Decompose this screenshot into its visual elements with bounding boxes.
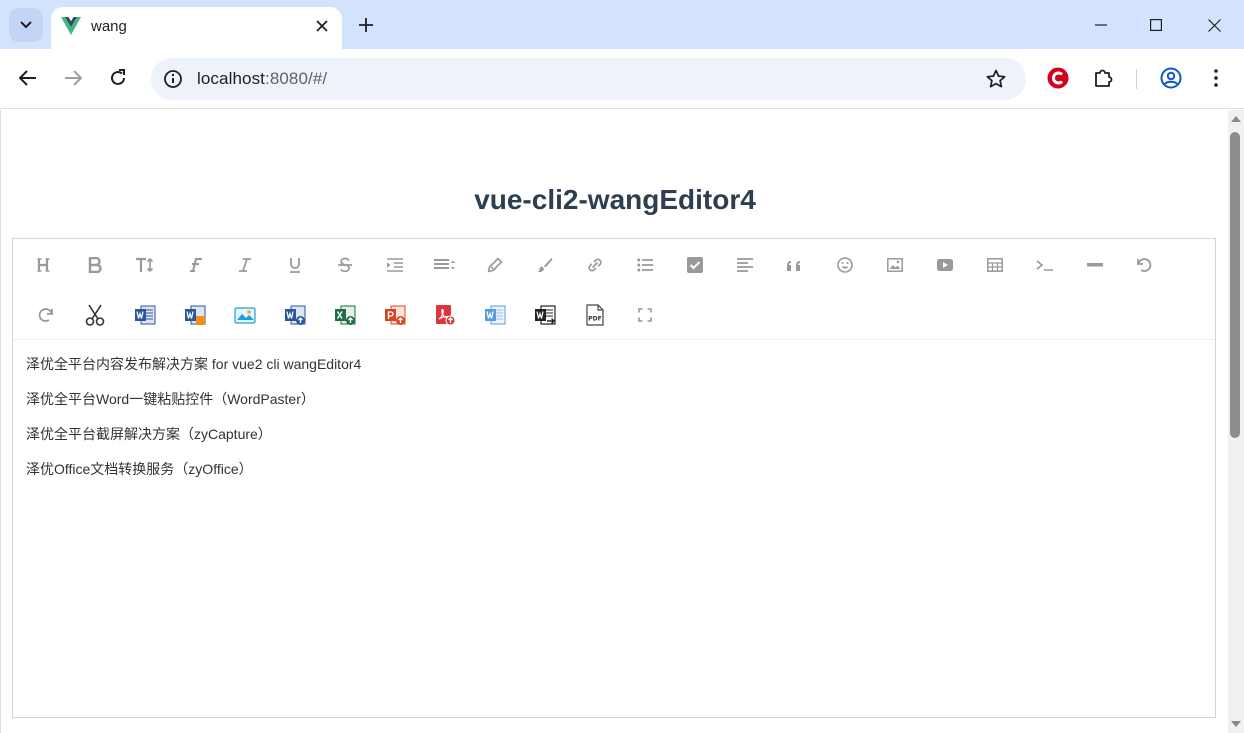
scrollbar-thumb[interactable]	[1230, 132, 1240, 438]
divider-icon[interactable]	[1075, 245, 1115, 285]
reload-icon	[111, 69, 125, 85]
page-title: vue-cli2-wangEditor4	[474, 184, 756, 215]
new-tab-button[interactable]	[353, 12, 379, 38]
video-icon[interactable]	[925, 245, 965, 285]
content-paragraph: 泽优全平台内容发布解决方案 for vue2 cli wangEditor4	[26, 356, 362, 372]
content-paragraph: 泽优Office文档转换服务（zyOffice）	[26, 461, 253, 477]
undo-icon[interactable]	[1125, 245, 1165, 285]
back-button[interactable]	[14, 64, 42, 92]
justify-icon[interactable]	[725, 245, 765, 285]
bulleted-list-icon[interactable]	[625, 245, 665, 285]
image-icon[interactable]	[875, 245, 915, 285]
indent-icon[interactable]	[375, 245, 415, 285]
word-export-icon[interactable]	[525, 295, 565, 335]
ppt-upload-icon[interactable]	[375, 295, 415, 335]
puzzle-icon	[1095, 69, 1113, 87]
quote-icon[interactable]	[775, 245, 815, 285]
emoticon-icon[interactable]	[825, 245, 865, 285]
font-size-icon[interactable]	[125, 245, 165, 285]
svg-text:PDF: PDF	[588, 316, 601, 323]
word-upload-icon[interactable]	[275, 295, 315, 335]
tab-search-button[interactable]	[9, 8, 43, 42]
pdf-upload-icon[interactable]	[425, 295, 465, 335]
maximize-icon	[1150, 19, 1162, 31]
address-bar[interactable]: localhost:8080/#/	[151, 58, 1026, 100]
scroll-down-arrow-icon[interactable]	[1231, 721, 1241, 727]
pdf-export-icon[interactable]: PDF	[575, 295, 615, 335]
italic-icon[interactable]	[225, 245, 265, 285]
line-height-icon[interactable]	[425, 245, 465, 285]
redo-icon[interactable]	[25, 295, 65, 335]
extensions-button[interactable]	[1090, 64, 1118, 92]
table-icon[interactable]	[975, 245, 1015, 285]
maximize-button[interactable]	[1143, 12, 1169, 38]
browser-toolbar: localhost:8080/#/	[0, 49, 1244, 109]
toolbar-separator	[1136, 69, 1137, 89]
scroll-up-arrow-icon[interactable]	[1231, 116, 1241, 122]
excel-upload-icon[interactable]	[325, 295, 365, 335]
vue-logo-icon	[61, 17, 81, 35]
tab-title: wang	[91, 18, 127, 35]
editor-content[interactable]: 泽优全平台内容发布解决方案 for vue2 cli wangEditor4 泽…	[13, 340, 1215, 479]
minimize-icon	[1095, 24, 1107, 26]
word-paste-icon[interactable]	[125, 295, 165, 335]
menu-button[interactable]	[1202, 64, 1230, 92]
arrow-left-icon	[19, 70, 36, 86]
strikethrough-icon[interactable]	[325, 245, 365, 285]
page-viewport: vue-cli2-wangEditor4 PDF 泽优全平台内容发布解决方案 f…	[0, 110, 1228, 733]
chevron-down-icon	[20, 21, 32, 29]
address-url: localhost:8080/#/	[197, 69, 327, 89]
profile-button[interactable]	[1157, 64, 1185, 92]
link-icon[interactable]	[575, 245, 615, 285]
wps-upload-icon[interactable]	[475, 295, 515, 335]
address-host: localhost	[197, 69, 265, 88]
heading-icon[interactable]	[25, 245, 65, 285]
minimize-button[interactable]	[1088, 12, 1114, 38]
page-scrollbar[interactable]	[1228, 110, 1244, 733]
font-family-icon[interactable]	[175, 245, 215, 285]
cut-icon[interactable]	[75, 295, 115, 335]
code-icon[interactable]	[1025, 245, 1065, 285]
profile-icon	[1160, 67, 1182, 89]
underline-icon[interactable]	[275, 245, 315, 285]
tab-close-button[interactable]	[311, 15, 333, 37]
close-window-button[interactable]	[1201, 12, 1227, 38]
word-import-icon[interactable]	[175, 295, 215, 335]
reload-button[interactable]	[104, 64, 132, 92]
close-icon	[316, 20, 328, 32]
site-info-icon[interactable]	[163, 69, 183, 89]
address-path: :8080/#/	[265, 69, 328, 88]
editor-toolbar: PDF	[13, 239, 1215, 340]
wang-editor: PDF 泽优全平台内容发布解决方案 for vue2 cli wangEdito…	[12, 238, 1216, 718]
red-c-extension-icon	[1047, 67, 1069, 89]
browser-tab[interactable]: wang	[51, 7, 342, 49]
content-paragraph: 泽优全平台截屏解决方案（zyCapture）	[26, 426, 272, 442]
kebab-menu-icon	[1214, 69, 1218, 87]
todo-icon[interactable]	[675, 245, 715, 285]
content-paragraph: 泽优全平台Word一键粘贴控件（WordPaster）	[26, 391, 315, 407]
forward-button[interactable]	[59, 64, 87, 92]
tab-strip: wang	[0, 0, 1244, 49]
bold-icon[interactable]	[75, 245, 115, 285]
arrow-right-icon	[65, 70, 82, 86]
close-window-icon	[1207, 18, 1221, 32]
font-color-icon[interactable]	[475, 245, 515, 285]
plus-icon	[359, 18, 373, 32]
bookmark-star-icon[interactable]	[985, 68, 1007, 90]
extension-c-button[interactable]	[1044, 64, 1072, 92]
background-color-icon[interactable]	[525, 245, 565, 285]
fullscreen-icon[interactable]	[625, 295, 665, 335]
screenshot-icon[interactable]	[225, 295, 265, 335]
